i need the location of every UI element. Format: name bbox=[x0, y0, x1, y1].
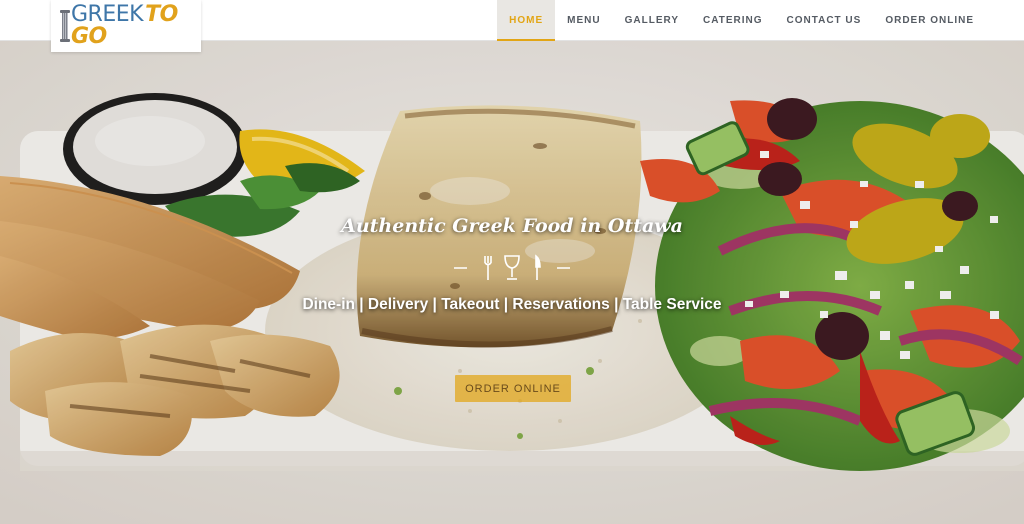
nav-item-order-online[interactable]: ORDER ONLINE bbox=[873, 0, 986, 41]
wine-glass-icon bbox=[504, 255, 520, 280]
fork-icon bbox=[484, 256, 492, 280]
nav-item-home[interactable]: HOME bbox=[497, 0, 556, 41]
nav-item-catering[interactable]: CATERING bbox=[691, 0, 774, 41]
nav-item-menu[interactable]: MENU bbox=[555, 0, 612, 41]
main-nav: HOME MENU GALLERY CATERING CONTACT US OR… bbox=[497, 0, 986, 41]
site-header: GREEKTO GO HOME MENU GALLERY CATERING CO… bbox=[0, 0, 1024, 52]
site-logo[interactable]: GREEKTO GO bbox=[51, 0, 201, 52]
order-online-button[interactable]: ORDER ONLINE bbox=[455, 375, 571, 402]
nav-item-gallery[interactable]: GALLERY bbox=[613, 0, 691, 41]
knife-icon bbox=[535, 254, 541, 280]
cutlery-divider bbox=[454, 254, 570, 280]
hero-title: Authentic Greek Food in Ottawa bbox=[341, 215, 683, 237]
hero-services: Dine-in | Delivery | Takeout | Reservati… bbox=[302, 296, 722, 313]
logo-column-icon bbox=[60, 10, 70, 42]
nav-item-contact-us[interactable]: CONTACT US bbox=[775, 0, 874, 41]
hero-section: Authentic Greek Food in Ottawa Dine-in |… bbox=[0, 41, 1024, 524]
logo-text: GREEKTO GO bbox=[71, 4, 201, 48]
